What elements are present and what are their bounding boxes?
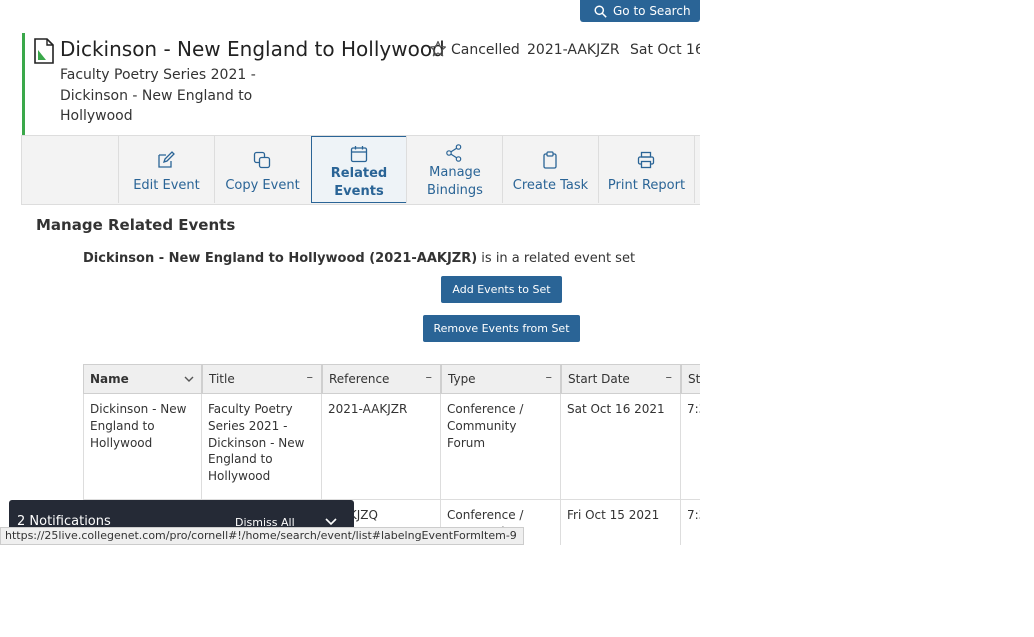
- column-header-label: Start Date: [568, 372, 630, 386]
- related-events-button[interactable]: Related Events: [311, 136, 407, 203]
- manage-bindings-label: Manage Bindings: [427, 165, 483, 198]
- table-cell-type: Conference / Community Forum: [441, 394, 561, 500]
- chevron-down-icon[interactable]: [325, 517, 337, 527]
- table-cell-name[interactable]: Dickinson - New England to Hollywood: [83, 394, 202, 500]
- document-icon: [34, 38, 54, 64]
- related-set-message: Dickinson - New England to Hollywood (20…: [83, 251, 635, 266]
- printer-icon: [637, 151, 655, 169]
- go-to-search-label: Go to Search: [613, 4, 691, 18]
- column-header-title[interactable]: Title –: [202, 364, 322, 394]
- collapse-icon: –: [665, 370, 673, 385]
- column-header-name[interactable]: Name: [83, 364, 202, 394]
- top-bar: Go to Search: [0, 0, 700, 30]
- more-actions-edge: [694, 136, 700, 203]
- print-report-button[interactable]: Print Report: [598, 136, 694, 203]
- table-cell-start-time: 7:3: [681, 500, 700, 545]
- chevron-down-icon: [184, 376, 194, 382]
- calendar-icon: [350, 146, 368, 163]
- clipboard-icon: [543, 151, 557, 169]
- print-report-label: Print Report: [607, 178, 686, 193]
- event-reference: 2021-AAKJZR: [527, 42, 620, 58]
- star-icon[interactable]: [429, 40, 447, 58]
- collapse-icon: –: [545, 370, 553, 385]
- event-header: Dickinson - New England to Hollywood Can…: [22, 33, 700, 135]
- column-header-label: Reference: [329, 372, 390, 386]
- column-header-type[interactable]: Type –: [441, 364, 561, 394]
- search-icon: [594, 4, 607, 18]
- table-cell-start-date: Fri Oct 15 2021: [561, 500, 681, 545]
- edit-icon: [158, 151, 175, 168]
- app-viewport: Go to Search Dickinson - New England to …: [0, 0, 700, 545]
- status-bar-url: https://25live.collegenet.com/pro/cornel…: [0, 527, 524, 545]
- collapse-icon: –: [306, 370, 314, 385]
- event-title: Dickinson - New England to Hollywood: [60, 37, 445, 61]
- column-header-label: Title: [209, 372, 235, 386]
- edit-event-label: Edit Event: [133, 178, 200, 193]
- event-action-bar: Edit Event Copy Event Related Events Man…: [21, 135, 700, 205]
- add-events-to-set-button[interactable]: Add Events to Set: [441, 276, 562, 303]
- table-cell-start-date: Sat Oct 16 2021: [561, 394, 681, 500]
- copy-event-button[interactable]: Copy Event: [214, 136, 310, 203]
- related-set-message-rest: is in a related event set: [477, 251, 636, 266]
- column-header-start-time[interactable]: St: [681, 364, 700, 394]
- column-header-start-date[interactable]: Start Date –: [561, 364, 681, 394]
- section-title: Manage Related Events: [36, 216, 236, 234]
- go-to-search-button[interactable]: Go to Search: [580, 0, 700, 22]
- copy-event-label: Copy Event: [225, 178, 300, 193]
- related-set-event: Dickinson - New England to Hollywood (20…: [83, 251, 478, 266]
- event-subtitle: Faculty Poetry Series 2021 - Dickinson -…: [60, 67, 256, 124]
- table-cell-reference: 2021-AAKJZR: [322, 394, 441, 500]
- edit-event-button[interactable]: Edit Event: [118, 136, 214, 203]
- column-header-reference[interactable]: Reference –: [322, 364, 441, 394]
- collapse-icon: –: [425, 370, 433, 385]
- remove-events-from-set-button[interactable]: Remove Events from Set: [423, 315, 580, 342]
- column-header-label: Type: [448, 372, 476, 386]
- event-state: Cancelled: [451, 42, 520, 58]
- copy-icon: [253, 151, 271, 169]
- manage-bindings-button[interactable]: Manage Bindings: [406, 136, 502, 203]
- column-header-label: St: [688, 372, 700, 386]
- create-task-button[interactable]: Create Task: [502, 136, 598, 203]
- create-task-label: Create Task: [512, 178, 589, 193]
- event-date: Sat Oct 16: [630, 42, 700, 58]
- table-cell-start-time: 7:3: [681, 394, 700, 500]
- share-icon: [446, 144, 462, 162]
- column-header-label: Name: [90, 372, 129, 386]
- table-cell-title: Faculty Poetry Series 2021 - Dickinson -…: [202, 394, 322, 500]
- related-events-label: Related Events: [330, 166, 388, 199]
